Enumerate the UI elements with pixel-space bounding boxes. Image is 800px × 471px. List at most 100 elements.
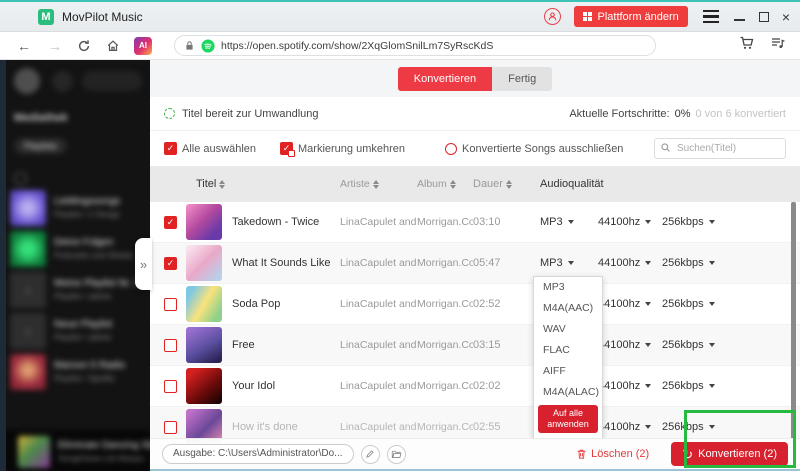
- panel-expander-handle[interactable]: »: [135, 238, 152, 290]
- bitrate-select[interactable]: 256kbps: [662, 298, 736, 310]
- dropdown-option-m4a-aac[interactable]: M4A(AAC): [534, 298, 602, 319]
- back-icon[interactable]: ←: [17, 39, 31, 53]
- samplerate-select[interactable]: 44100hz: [598, 298, 662, 310]
- check-icon: ✓: [166, 257, 175, 268]
- library-label: Mediathek: [14, 112, 68, 124]
- row-checkbox[interactable]: ✓: [164, 256, 177, 270]
- samplerate-select[interactable]: 44100hz: [598, 339, 662, 351]
- samplerate-select[interactable]: 44100hz: [598, 421, 662, 433]
- vertical-scrollbar[interactable]: [791, 202, 796, 439]
- minimize-button[interactable]: [733, 10, 746, 24]
- header-artist[interactable]: Artiste: [340, 178, 370, 190]
- spotify-favicon: [201, 38, 215, 53]
- song-title: Free: [232, 339, 255, 351]
- radio-circle-icon: [445, 142, 457, 155]
- sort-icon[interactable]: [505, 179, 512, 189]
- change-platform-button[interactable]: Plattform ändern: [573, 6, 688, 27]
- bitrate-select[interactable]: 256kbps: [662, 257, 736, 269]
- spotify-search-bar: [82, 71, 142, 91]
- invert-selection-button[interactable]: ✓ Markierung umkehren: [280, 142, 405, 157]
- progress-detail: 0 von 6 konvertiert: [695, 107, 787, 120]
- samplerate-select[interactable]: 44100hz: [598, 216, 662, 228]
- dropdown-option-wav[interactable]: WAV: [534, 319, 602, 340]
- song-artist: LinaCapulet and ...: [340, 380, 417, 392]
- row-checkbox[interactable]: ✓: [164, 420, 177, 434]
- table-row[interactable]: ✓ Takedown - Twice LinaCapulet and ...Morr…: [150, 202, 800, 243]
- bitrate-value: 256kbps: [662, 298, 704, 310]
- song-album: Morrigan.Corp: [417, 216, 473, 228]
- song-table: ✓ Takedown - Twice LinaCapulet and ... Morr…: [150, 202, 800, 448]
- header-album[interactable]: Album: [417, 178, 447, 190]
- samplerate-select[interactable]: 44100hz: [598, 257, 662, 269]
- header-duration[interactable]: Dauer: [473, 178, 503, 190]
- apply-all-button[interactable]: Auf alle anwenden: [538, 405, 598, 433]
- maximize-button[interactable]: [758, 11, 769, 22]
- song-duration: 02:02: [473, 380, 501, 392]
- table-row[interactable]: ✓ Your Idol LinaCapulet and ...Morrigan.Co…: [150, 366, 800, 407]
- bitrate-select[interactable]: 256kbps: [662, 216, 736, 228]
- convert-button[interactable]: ↻ Konvertieren (2): [671, 442, 788, 466]
- bitrate-select[interactable]: 256kbps: [662, 421, 736, 433]
- album-art: [186, 204, 222, 240]
- select-all-button[interactable]: ✓ Alle auswählen: [164, 142, 256, 155]
- bitrate-select[interactable]: 256kbps: [662, 380, 736, 392]
- chevron-down-icon: [645, 261, 652, 265]
- delete-button[interactable]: Löschen (2): [576, 448, 649, 460]
- forward-icon[interactable]: →: [48, 39, 62, 53]
- format-select[interactable]: MP3: [540, 257, 598, 269]
- song-artist: LinaCapulet and ...: [340, 298, 417, 310]
- library-search-icon: [14, 172, 27, 185]
- table-row[interactable]: ✓What It Sounds LikeLinaCapulet and ...M…: [150, 243, 800, 284]
- playlist-art: [10, 189, 46, 226]
- ai-feature-icon[interactable]: AI: [134, 36, 152, 55]
- dropdown-option-flac[interactable]: FLAC: [534, 340, 602, 361]
- home-icon[interactable]: [106, 39, 120, 53]
- footer-bar: Ausgabe: C:\Users\Administrator\Do... Lö…: [150, 438, 800, 469]
- exclude-converted-toggle[interactable]: Konvertierte Songs ausschließen: [445, 142, 623, 155]
- song-artist: LinaCapulet and ...: [340, 421, 417, 433]
- row-checkbox[interactable]: ✓: [164, 215, 177, 229]
- table-row[interactable]: ✓ Soda Pop LinaCapulet and ...Morrigan.Cor…: [150, 284, 800, 325]
- address-bar[interactable]: https://open.spotify.com/show/2XqGlomSni…: [174, 35, 656, 56]
- format-select[interactable]: MP3: [540, 216, 598, 228]
- tab-finished[interactable]: Fertig: [492, 66, 553, 91]
- playlist-art: ♪: [10, 271, 46, 308]
- cart-icon[interactable]: [739, 35, 755, 56]
- song-artist: LinaCapulet and ...: [340, 339, 417, 351]
- open-folder-button[interactable]: [386, 444, 406, 464]
- menu-icon[interactable]: [701, 8, 721, 25]
- sort-icon[interactable]: [449, 179, 456, 189]
- edit-path-button[interactable]: [360, 444, 380, 464]
- list-item: ♪ Meine Playlist Nr. 3 Playlist • admin: [10, 269, 146, 310]
- sort-icon[interactable]: [219, 179, 226, 189]
- song-title: Takedown - Twice: [232, 216, 320, 228]
- samplerate-select[interactable]: 44100hz: [598, 380, 662, 392]
- samplerate-value: 44100hz: [598, 257, 641, 269]
- dropdown-option-aiff[interactable]: AIFF: [534, 361, 602, 382]
- progress-label: Aktuelle Fortschritte:: [569, 107, 670, 120]
- list-item: Maroon 5 Radio Playlist • Spotify: [10, 351, 146, 392]
- playlist-queue-icon[interactable]: [770, 35, 786, 56]
- progress-percent: 0%: [674, 107, 691, 120]
- window-edge: [0, 60, 6, 471]
- user-account-icon[interactable]: [543, 8, 561, 25]
- table-row[interactable]: ✓ Free LinaCapulet and ...Morrigan.Corp03:…: [150, 325, 800, 366]
- playlist-art: [10, 230, 46, 267]
- row-checkbox[interactable]: ✓: [164, 297, 177, 311]
- dropdown-option-m4a-alac[interactable]: M4A(ALAC): [534, 382, 602, 403]
- chevron-down-icon: [567, 220, 574, 224]
- row-checkbox[interactable]: ✓: [164, 379, 177, 393]
- song-title: Your Idol: [232, 380, 276, 392]
- tab-convert[interactable]: Konvertieren: [397, 66, 493, 91]
- row-checkbox[interactable]: ✓: [164, 338, 177, 352]
- bitrate-select[interactable]: 256kbps: [662, 339, 736, 351]
- header-title[interactable]: Titel: [196, 178, 216, 190]
- output-path-field[interactable]: Ausgabe: C:\Users\Administrator\Do...: [162, 444, 354, 464]
- close-button[interactable]: ×: [782, 10, 790, 24]
- reload-icon[interactable]: [77, 39, 91, 53]
- dropdown-option-mp3[interactable]: MP3: [534, 277, 602, 298]
- search-input[interactable]: [654, 138, 786, 159]
- samplerate-value: 44100hz: [598, 298, 641, 310]
- sort-icon[interactable]: [372, 179, 379, 189]
- list-item: ♪ Neue Playlist Playlist • admin: [10, 310, 146, 351]
